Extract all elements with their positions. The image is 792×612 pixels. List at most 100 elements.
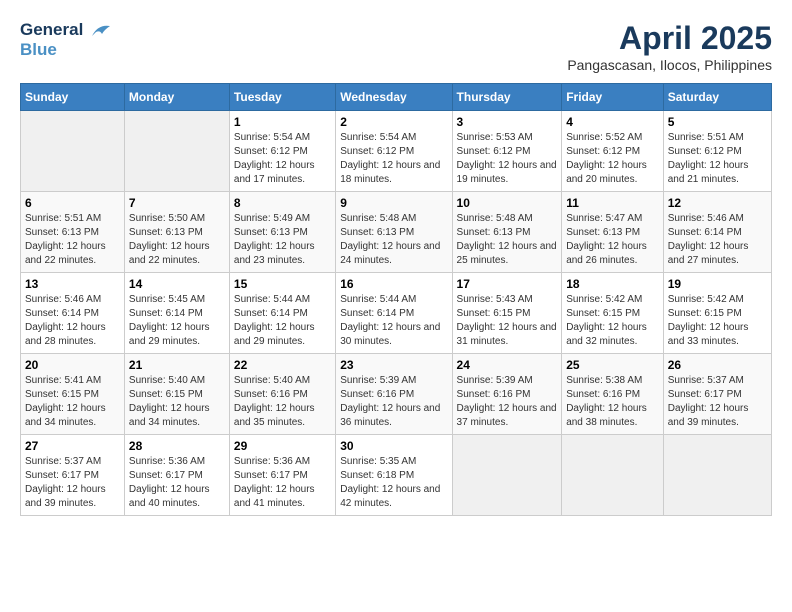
day-info: Sunrise: 5:43 AMSunset: 6:15 PMDaylight:… <box>457 293 558 349</box>
calendar-cell: 16 Sunrise: 5:44 AMSunset: 6:14 PMDayligh… <box>336 273 452 354</box>
page-title: April 2025 <box>567 20 772 57</box>
day-info: Sunrise: 5:40 AMSunset: 6:15 PMDaylight:… <box>129 374 225 430</box>
day-number: 28 <box>129 439 225 453</box>
calendar-cell: 6Sunrise: 5:51 AMSunset: 6:13 PMDaylight… <box>21 192 125 273</box>
day-number: 3 <box>457 115 558 129</box>
title-block: April 2025 Pangascasan, Ilocos, Philippi… <box>567 20 772 73</box>
day-number: 20 <box>25 358 120 372</box>
day-info: Sunrise: 5:47 AMSunset: 6:13 PMDaylight:… <box>566 212 659 268</box>
calendar-cell: 19 Sunrise: 5:42 AMSunset: 6:15 PMDayligh… <box>663 273 771 354</box>
day-number: 12 <box>668 196 767 210</box>
calendar-cell: 18 Sunrise: 5:42 AMSunset: 6:15 PMDayligh… <box>562 273 664 354</box>
day-info: Sunrise: 5:36 AMSunset: 6:17 PMDaylight:… <box>129 455 225 511</box>
page-subtitle: Pangascasan, Ilocos, Philippines <box>567 57 772 73</box>
calendar-cell: 9 Sunrise: 5:48 AMSunset: 6:13 PMDaylight… <box>336 192 452 273</box>
day-info: Sunrise: 5:54 AMSunset: 6:12 PMDaylight:… <box>340 131 447 187</box>
day-number: 25 <box>566 358 659 372</box>
day-number: 27 <box>25 439 120 453</box>
day-number: 16 <box>340 277 447 291</box>
logo-bird-icon <box>90 22 112 40</box>
calendar-cell: 20 Sunrise: 5:41 AMSunset: 6:15 PMDayligh… <box>21 354 125 435</box>
calendar-cell: 10Sunrise: 5:48 AMSunset: 6:13 PMDayligh… <box>452 192 562 273</box>
calendar-cell <box>452 435 562 516</box>
calendar-cell: 3 Sunrise: 5:53 AMSunset: 6:12 PMDaylight… <box>452 111 562 192</box>
calendar-cell: 8 Sunrise: 5:49 AMSunset: 6:13 PMDaylight… <box>229 192 335 273</box>
day-info: Sunrise: 5:52 AMSunset: 6:12 PMDaylight:… <box>566 131 659 187</box>
calendar-cell: 25 Sunrise: 5:38 AMSunset: 6:16 PMDayligh… <box>562 354 664 435</box>
calendar-week-row: 6Sunrise: 5:51 AMSunset: 6:13 PMDaylight… <box>21 192 772 273</box>
calendar-header-row: SundayMondayTuesdayWednesdayThursdayFrid… <box>21 84 772 111</box>
day-info: Sunrise: 5:45 AMSunset: 6:14 PMDaylight:… <box>129 293 225 349</box>
calendar-cell <box>21 111 125 192</box>
calendar-cell: 4 Sunrise: 5:52 AMSunset: 6:12 PMDaylight… <box>562 111 664 192</box>
day-info: Sunrise: 5:49 AMSunset: 6:13 PMDaylight:… <box>234 212 331 268</box>
day-number: 15 <box>234 277 331 291</box>
calendar-cell: 1Sunrise: 5:54 AMSunset: 6:12 PMDaylight… <box>229 111 335 192</box>
calendar-cell: 30 Sunrise: 5:35 AMSunset: 6:18 PMDayligh… <box>336 435 452 516</box>
calendar-cell: 2 Sunrise: 5:54 AMSunset: 6:12 PMDaylight… <box>336 111 452 192</box>
day-info: Sunrise: 5:46 AMSunset: 6:14 PMDaylight:… <box>25 293 120 349</box>
day-number: 18 <box>566 277 659 291</box>
calendar-cell: 15 Sunrise: 5:44 AMSunset: 6:14 PMDayligh… <box>229 273 335 354</box>
col-header-monday: Monday <box>124 84 229 111</box>
col-header-friday: Friday <box>562 84 664 111</box>
day-number: 6 <box>25 196 120 210</box>
col-header-sunday: Sunday <box>21 84 125 111</box>
day-info: Sunrise: 5:44 AMSunset: 6:14 PMDaylight:… <box>340 293 447 349</box>
day-info: Sunrise: 5:38 AMSunset: 6:16 PMDaylight:… <box>566 374 659 430</box>
calendar-week-row: 20 Sunrise: 5:41 AMSunset: 6:15 PMDayligh… <box>21 354 772 435</box>
calendar-cell <box>124 111 229 192</box>
day-number: 22 <box>234 358 331 372</box>
day-info: Sunrise: 5:46 AMSunset: 6:14 PMDaylight:… <box>668 212 767 268</box>
calendar-week-row: 27Sunrise: 5:37 AMSunset: 6:17 PMDayligh… <box>21 435 772 516</box>
logo-text: General <box>20 20 112 40</box>
day-info: Sunrise: 5:41 AMSunset: 6:15 PMDaylight:… <box>25 374 120 430</box>
calendar-cell: 11 Sunrise: 5:47 AMSunset: 6:13 PMDayligh… <box>562 192 664 273</box>
day-number: 7 <box>129 196 225 210</box>
calendar-cell: 12 Sunrise: 5:46 AMSunset: 6:14 PMDayligh… <box>663 192 771 273</box>
calendar-cell: 17 Sunrise: 5:43 AMSunset: 6:15 PMDayligh… <box>452 273 562 354</box>
calendar-cell: 21Sunrise: 5:40 AMSunset: 6:15 PMDayligh… <box>124 354 229 435</box>
day-info: Sunrise: 5:37 AMSunset: 6:17 PMDaylight:… <box>668 374 767 430</box>
logo-blue-text: Blue <box>20 40 112 60</box>
day-info: Sunrise: 5:44 AMSunset: 6:14 PMDaylight:… <box>234 293 331 349</box>
col-header-saturday: Saturday <box>663 84 771 111</box>
day-number: 8 <box>234 196 331 210</box>
day-info: Sunrise: 5:42 AMSunset: 6:15 PMDaylight:… <box>566 293 659 349</box>
day-number: 26 <box>668 358 767 372</box>
col-header-tuesday: Tuesday <box>229 84 335 111</box>
col-header-thursday: Thursday <box>452 84 562 111</box>
calendar-cell: 5Sunrise: 5:51 AMSunset: 6:12 PMDaylight… <box>663 111 771 192</box>
day-number: 9 <box>340 196 447 210</box>
calendar-week-row: 13Sunrise: 5:46 AMSunset: 6:14 PMDayligh… <box>21 273 772 354</box>
calendar-week-row: 1Sunrise: 5:54 AMSunset: 6:12 PMDaylight… <box>21 111 772 192</box>
page-header: General Blue April 2025 Pangascasan, Ilo… <box>20 20 772 73</box>
day-number: 14 <box>129 277 225 291</box>
day-info: Sunrise: 5:48 AMSunset: 6:13 PMDaylight:… <box>340 212 447 268</box>
calendar-cell: 7 Sunrise: 5:50 AMSunset: 6:13 PMDaylight… <box>124 192 229 273</box>
day-number: 30 <box>340 439 447 453</box>
calendar-cell: 27Sunrise: 5:37 AMSunset: 6:17 PMDayligh… <box>21 435 125 516</box>
calendar-cell: 28 Sunrise: 5:36 AMSunset: 6:17 PMDayligh… <box>124 435 229 516</box>
day-number: 2 <box>340 115 447 129</box>
calendar-cell: 26 Sunrise: 5:37 AMSunset: 6:17 PMDayligh… <box>663 354 771 435</box>
day-info: Sunrise: 5:39 AMSunset: 6:16 PMDaylight:… <box>457 374 558 430</box>
day-info: Sunrise: 5:50 AMSunset: 6:13 PMDaylight:… <box>129 212 225 268</box>
day-info: Sunrise: 5:42 AMSunset: 6:15 PMDaylight:… <box>668 293 767 349</box>
calendar-cell: 14 Sunrise: 5:45 AMSunset: 6:14 PMDayligh… <box>124 273 229 354</box>
col-header-wednesday: Wednesday <box>336 84 452 111</box>
day-info: Sunrise: 5:54 AMSunset: 6:12 PMDaylight:… <box>234 131 331 187</box>
day-number: 24 <box>457 358 558 372</box>
calendar-cell: 29Sunrise: 5:36 AMSunset: 6:17 PMDayligh… <box>229 435 335 516</box>
calendar-cell: 22Sunrise: 5:40 AMSunset: 6:16 PMDayligh… <box>229 354 335 435</box>
logo: General Blue <box>20 20 112 61</box>
day-info: Sunrise: 5:35 AMSunset: 6:18 PMDaylight:… <box>340 455 447 511</box>
day-number: 4 <box>566 115 659 129</box>
day-number: 11 <box>566 196 659 210</box>
calendar-table: SundayMondayTuesdayWednesdayThursdayFrid… <box>20 83 772 516</box>
calendar-cell <box>562 435 664 516</box>
day-info: Sunrise: 5:53 AMSunset: 6:12 PMDaylight:… <box>457 131 558 187</box>
day-number: 23 <box>340 358 447 372</box>
day-number: 19 <box>668 277 767 291</box>
day-number: 17 <box>457 277 558 291</box>
